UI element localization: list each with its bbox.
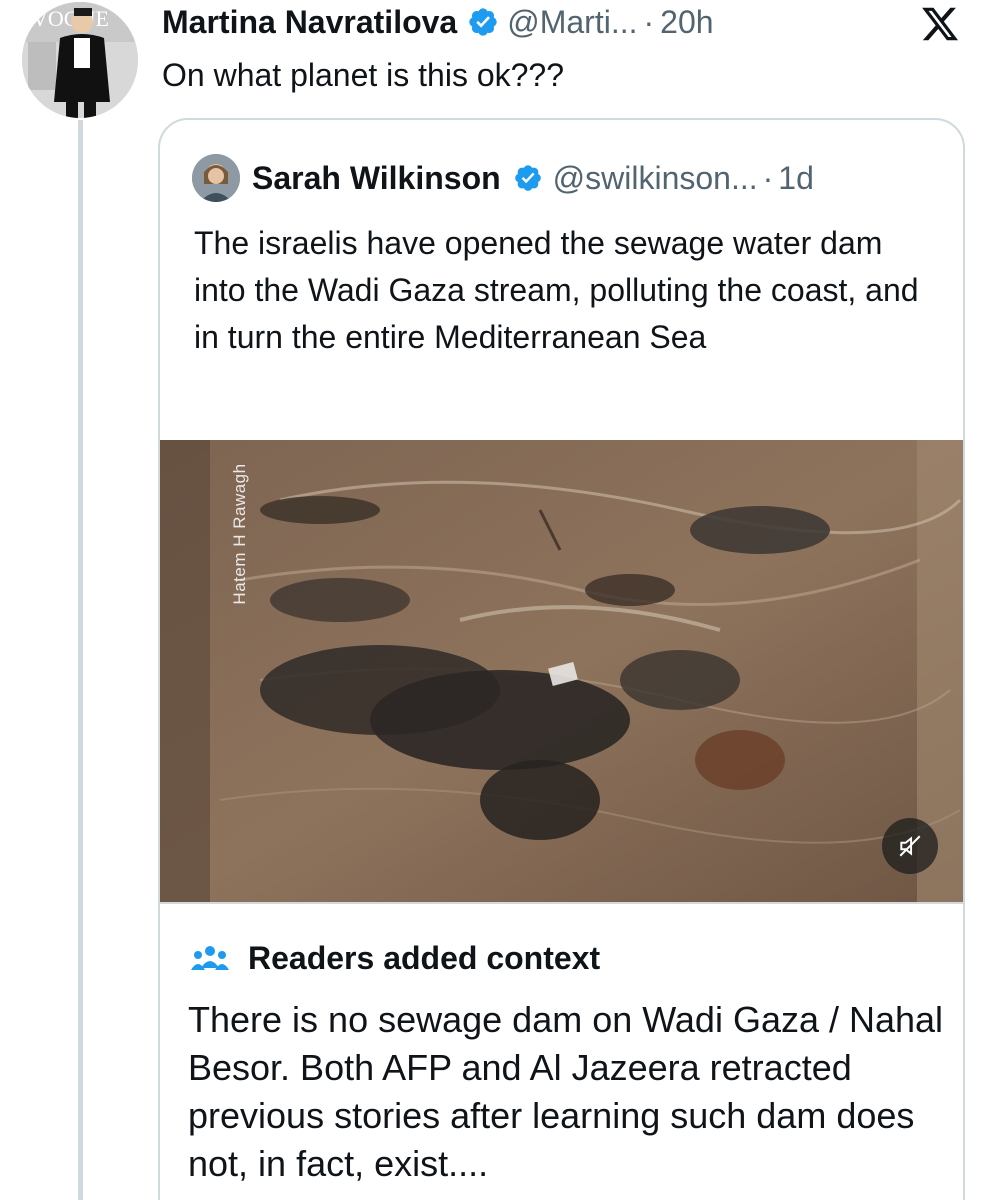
tweet-header: Martina Navratilova @Marti... · 20h — [162, 0, 714, 44]
readers-added-context[interactable]: Readers added context There is no sewage… — [160, 902, 963, 1200]
quoted-author-handle[interactable]: @swilkinson... — [553, 160, 758, 197]
author-name[interactable]: Martina Navratilova — [162, 4, 457, 41]
context-body: There is no sewage dam on Wadi Gaza / Na… — [188, 999, 944, 1184]
context-header: Readers added context — [190, 940, 600, 977]
quoted-tweet-text: The israelis have opened the sewage wate… — [194, 225, 919, 355]
people-icon — [191, 945, 229, 970]
author-handle[interactable]: @Marti... — [507, 4, 637, 41]
mute-button[interactable] — [882, 818, 938, 874]
muted-speaker-icon — [899, 835, 921, 857]
quoted-avatar[interactable] — [192, 154, 240, 202]
verified-badge-icon — [514, 165, 541, 191]
thread-line — [78, 120, 83, 1200]
avatar-image: VOGUE — [22, 2, 138, 118]
quoted-tweet-card[interactable]: Sarah Wilkinson @swilkinson... · 1d The … — [158, 118, 965, 1200]
separator-dot: · — [762, 159, 774, 196]
quoted-tweet-header: Sarah Wilkinson @swilkinson... · 1d — [192, 152, 814, 204]
verified-badge-icon — [469, 8, 497, 36]
x-logo-icon — [922, 7, 959, 41]
avatar-logo-text: VOGUE — [32, 6, 109, 31]
timestamp[interactable]: 20h — [660, 4, 713, 41]
quoted-avatar-image — [192, 154, 240, 202]
video-frame-image — [160, 440, 963, 902]
separator-dot: · — [643, 3, 655, 40]
context-title: Readers added context — [248, 940, 601, 976]
avatar[interactable]: VOGUE — [22, 2, 138, 118]
video-watermark: Hatem H Rawagh — [230, 463, 249, 605]
quoted-author-name[interactable]: Sarah Wilkinson — [252, 160, 501, 197]
video-player[interactable]: Hatem H Rawagh — [160, 440, 963, 902]
tweet-text: On what planet is this ok??? — [162, 57, 565, 93]
quoted-timestamp[interactable]: 1d — [778, 160, 814, 197]
